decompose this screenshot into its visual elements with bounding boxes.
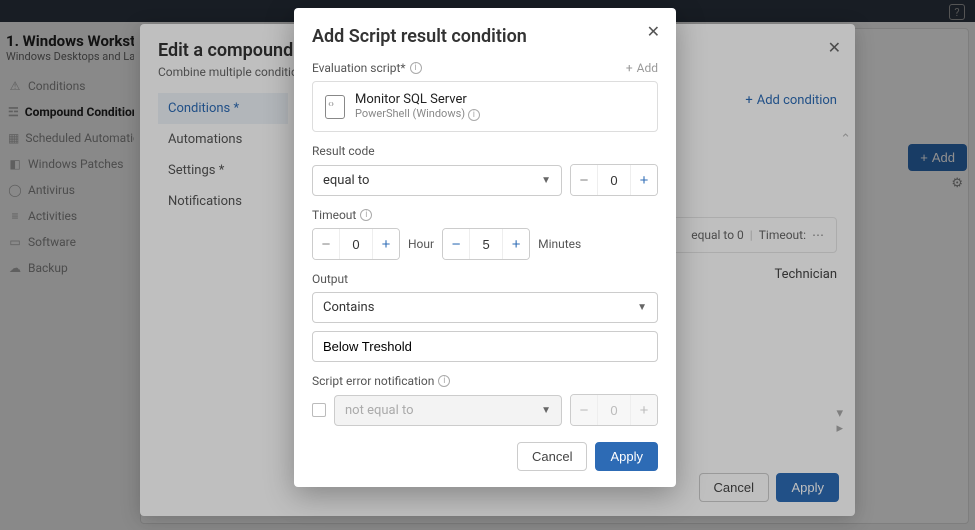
info-icon[interactable]: i	[360, 209, 372, 221]
minus-button[interactable]: −	[313, 229, 339, 259]
result-value-input[interactable]	[597, 165, 631, 195]
chevron-down-icon: ▼	[541, 175, 551, 186]
plus-icon: +	[626, 61, 633, 75]
minutes-input[interactable]	[469, 229, 503, 259]
script-error-op-select[interactable]: not equal to▼	[334, 395, 562, 426]
eval-script-label: Evaluation script* i +Add	[312, 61, 658, 75]
result-code-label: Result code	[312, 144, 658, 158]
script-icon	[325, 95, 345, 119]
hours-input[interactable]	[339, 229, 373, 259]
chevron-down-icon: ▼	[637, 302, 647, 313]
close-icon[interactable]: ✕	[647, 22, 660, 41]
plus-button[interactable]: +	[631, 165, 657, 195]
info-icon[interactable]: i	[438, 375, 450, 387]
minus-button[interactable]: −	[571, 165, 597, 195]
script-error-value-input	[597, 395, 631, 425]
timeout-label: Timeouti	[312, 208, 658, 222]
add-script-link[interactable]: +Add	[626, 61, 658, 75]
script-box[interactable]: Monitor SQL Server PowerShell (Windows) …	[312, 81, 658, 132]
output-value-input[interactable]	[312, 331, 658, 362]
add-script-modal: ✕ Add Script result condition Evaluation…	[294, 8, 676, 487]
cancel-button[interactable]: Cancel	[517, 442, 587, 471]
info-icon[interactable]: i	[410, 62, 422, 74]
minus-button: −	[571, 395, 597, 425]
hours-stepper[interactable]: − +	[312, 228, 400, 260]
script-error-checkbox[interactable]	[312, 403, 326, 417]
script-error-label: Script error notificationi	[312, 374, 658, 388]
plus-button[interactable]: +	[503, 229, 529, 259]
result-value-stepper[interactable]: − +	[570, 164, 658, 196]
plus-button: +	[631, 395, 657, 425]
minutes-stepper[interactable]: − +	[442, 228, 530, 260]
hours-unit: Hour	[408, 237, 434, 251]
script-name: Monitor SQL Server	[355, 92, 480, 107]
script-sub: PowerShell (Windows) i	[355, 107, 480, 121]
script-error-stepper: − +	[570, 394, 658, 426]
info-icon[interactable]: i	[468, 109, 480, 121]
minus-button[interactable]: −	[443, 229, 469, 259]
apply-button[interactable]: Apply	[595, 442, 658, 471]
chevron-down-icon: ▼	[541, 405, 551, 416]
modal-footer: Cancel Apply	[312, 442, 658, 471]
modal-title: Add Script result condition	[312, 26, 658, 47]
plus-button[interactable]: +	[373, 229, 399, 259]
output-op-select[interactable]: Contains▼	[312, 292, 658, 323]
output-label: Output	[312, 272, 658, 286]
minutes-unit: Minutes	[538, 237, 581, 251]
result-op-select[interactable]: equal to▼	[312, 165, 562, 196]
